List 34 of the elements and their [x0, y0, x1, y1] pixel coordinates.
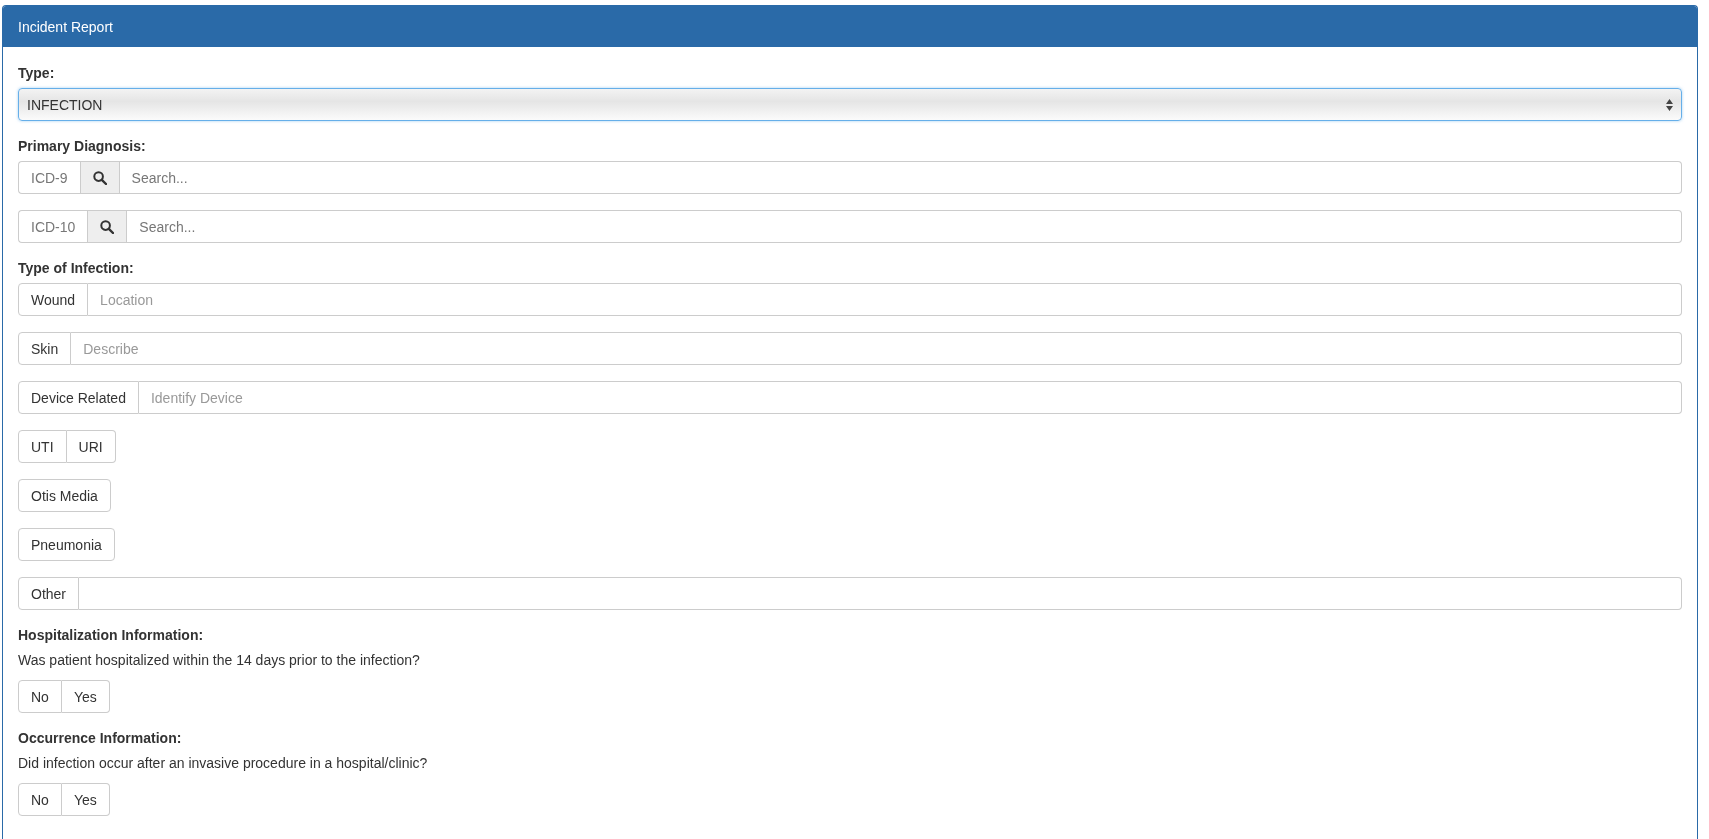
field-label: Type:	[18, 64, 55, 83]
infection-type-button[interactable]: Skin	[18, 332, 72, 365]
field-label: Primary Diagnosis:	[18, 137, 146, 156]
field-label: Type of Infection:	[18, 259, 134, 278]
text-field[interactable]: Location	[88, 283, 1682, 316]
infection-type-button[interactable]: Device Related	[18, 381, 139, 414]
search-field[interactable]: Search...	[119, 161, 1682, 194]
infection-type-button[interactable]: Wound	[18, 283, 89, 316]
search-field[interactable]: Search...	[127, 210, 1682, 243]
search-icon	[100, 219, 115, 234]
infection-type-button[interactable]: Other	[18, 577, 79, 610]
answer-button[interactable]: No	[18, 783, 62, 816]
infection-type-button[interactable]: UTI	[18, 430, 67, 463]
answer-button[interactable]: Yes	[61, 783, 110, 816]
question-text: Was patient hospitalized within the 14 days prior to the infection?	[18, 651, 420, 670]
type-select[interactable]: INFECTION	[18, 88, 1682, 121]
answer-button[interactable]: No	[18, 680, 62, 713]
section-heading: Occurrence Information:	[18, 729, 182, 748]
code-addon: ICD-9	[18, 161, 80, 194]
infection-type-button[interactable]: Otis Media	[18, 479, 111, 512]
answer-button[interactable]: Yes	[61, 680, 110, 713]
code-addon: ICD-10	[18, 210, 88, 243]
search-icon	[92, 170, 107, 185]
panel-title: Incident Report	[18, 17, 113, 37]
text-field[interactable]: Describe	[71, 332, 1682, 365]
infection-type-button[interactable]: URI	[66, 430, 116, 463]
question-text: Did infection occur after an invasive procedure in a hospital/clinic?	[18, 754, 428, 773]
infection-type-button[interactable]: Pneumonia	[18, 528, 115, 561]
text-field[interactable]	[79, 577, 1682, 610]
sort-arrows-icon	[1666, 98, 1673, 111]
search-button[interactable]	[79, 161, 120, 194]
text-field[interactable]: Identify Device	[138, 381, 1682, 414]
section-heading: Hospitalization Information:	[18, 626, 204, 645]
search-button[interactable]	[87, 210, 128, 243]
